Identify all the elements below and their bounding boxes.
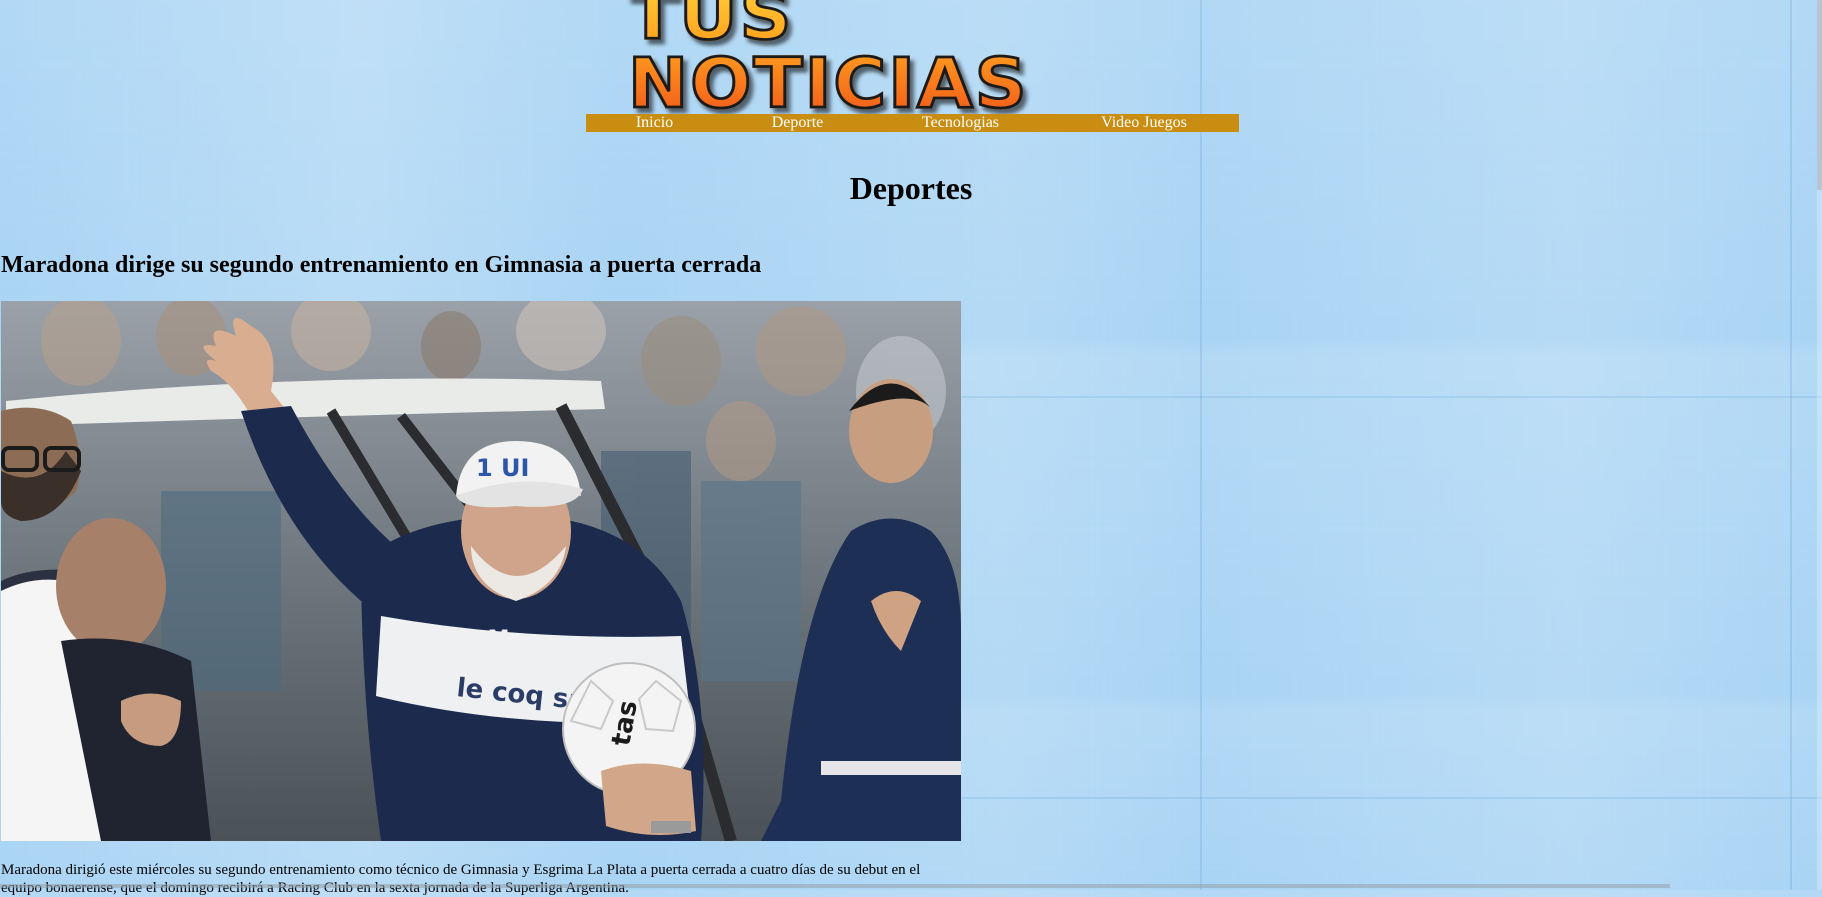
section-title: Deportes: [849, 170, 973, 206]
site-logo[interactable]: TUS NOTICIAS: [627, 0, 1188, 119]
logo-text: TUS NOTICIAS: [627, 0, 1188, 119]
background-fold: [960, 396, 1822, 398]
nav-link-deporte[interactable]: Deporte: [723, 114, 872, 132]
background-fold: [1790, 0, 1792, 890]
main-navigation: Inicio Deporte Tecnologias Video Juegos: [586, 114, 1239, 132]
horizontal-scrollbar[interactable]: [0, 884, 1822, 890]
shirt-initials: D.M.: [461, 627, 518, 652]
vertical-scrollbar-thumb[interactable]: [1817, 0, 1822, 190]
nav-link-tecnologias[interactable]: Tecnologias: [872, 114, 1049, 132]
article-body: Maradona dirigió este miércoles su segun…: [1, 862, 921, 896]
article-photo: D.M. le coq sportif 1 UI tas: [1, 301, 961, 841]
vertical-scrollbar[interactable]: [1817, 0, 1822, 890]
nav-link-inicio[interactable]: Inicio: [586, 114, 723, 132]
article-photo-illustration: D.M. le coq sportif 1 UI tas: [1, 301, 961, 841]
background-fold: [1200, 0, 1202, 890]
article-title: Maradona dirige su segundo entrenamiento…: [1, 252, 762, 278]
cap-text: 1 UI: [476, 454, 529, 482]
nav-link-video-juegos[interactable]: Video Juegos: [1049, 114, 1239, 132]
horizontal-scrollbar-thumb[interactable]: [0, 884, 1670, 888]
background-fold: [960, 797, 1822, 799]
